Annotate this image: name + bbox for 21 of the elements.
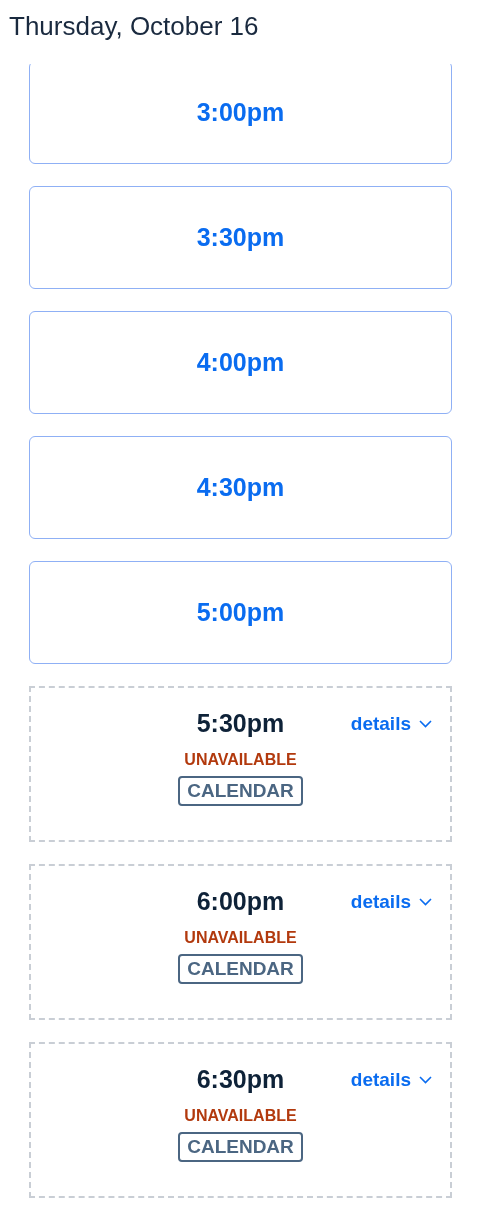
details-link[interactable]: details (350, 710, 432, 739)
slot-time: 6:30pm (196, 1064, 285, 1095)
reason-tag: CALENDAR (178, 954, 303, 984)
reason-tag: CALENDAR (178, 776, 303, 806)
details-link[interactable]: details (350, 1066, 432, 1095)
details-link[interactable]: details (350, 888, 432, 917)
slot-time: 5:30pm (196, 708, 285, 739)
chevron-down-icon (419, 720, 432, 729)
date-heading: Thursday, October 16 (8, 10, 260, 43)
time-slot-button[interactable]: 3:30pm (29, 186, 452, 289)
time-slot-button[interactable]: 3:00pm (29, 64, 452, 164)
status-label: UNAVAILABLE (184, 750, 297, 770)
chevron-down-icon (419, 898, 432, 907)
time-slot-button[interactable]: 4:00pm (29, 311, 452, 414)
reason-tag: CALENDAR (178, 1132, 303, 1162)
status-label: UNAVAILABLE (184, 928, 297, 948)
time-slot-button[interactable]: 4:30pm (29, 436, 452, 539)
time-slot-button[interactable]: 5:00pm (29, 561, 452, 664)
slot-time: 6:00pm (196, 886, 285, 917)
status-label: UNAVAILABLE (184, 1106, 297, 1126)
chevron-down-icon (419, 1076, 432, 1085)
